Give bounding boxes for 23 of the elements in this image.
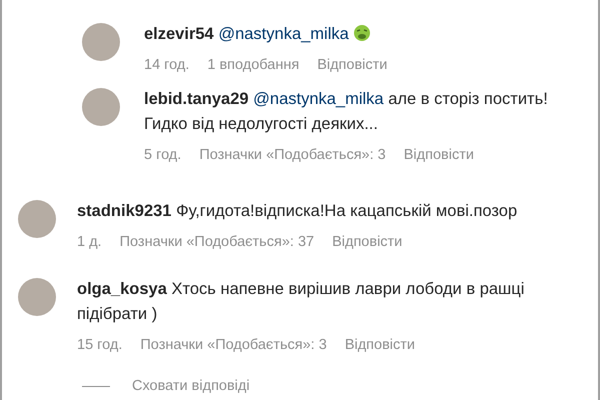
reply-link[interactable]: Відповісти [332,233,402,251]
likes-link[interactable]: 1 вподобання [207,56,300,74]
avatar-photo [18,278,56,316]
likes-link[interactable]: Позначки «Подобається»: 3 [199,146,386,164]
comment-text: olga_kosya Хтось напевне вирішив лаври лободи в рашці підібрати ) [77,279,526,325]
avatar-photo [82,88,120,126]
comment-text: lebid.tanya29 @nastynka_milka але в сторіз постить!Гидко від недолугості деяких... [144,89,549,135]
avatar-photo [18,200,56,238]
mention-link[interactable]: @nastynka_milka [218,25,349,43]
likes-link[interactable]: Позначки «Подобається»: 37 [120,233,314,251]
comment-text: elzevir54 @nastynka_milka [144,22,558,47]
mention-link[interactable]: @nastynka_milka [253,90,384,108]
avatar-photo [82,23,120,61]
reply-link[interactable]: Відповісти [317,56,388,74]
timestamp: 14 год. [144,56,190,74]
reply-link[interactable]: Відповісти [404,146,474,164]
reply-link[interactable]: Відповісти [344,336,415,354]
timestamp: 15 год. [77,336,122,354]
hide-replies-link[interactable]: Сховати відповіді [132,378,250,394]
timestamp: 1 д. [77,233,102,251]
likes-link[interactable]: Позначки «Подобається»: 3 [140,336,327,354]
timestamp: 5 год. [144,146,182,164]
comment-text: stadnik9231 Фу,гидота!відписка!На кацапській мові.позор [77,201,518,222]
